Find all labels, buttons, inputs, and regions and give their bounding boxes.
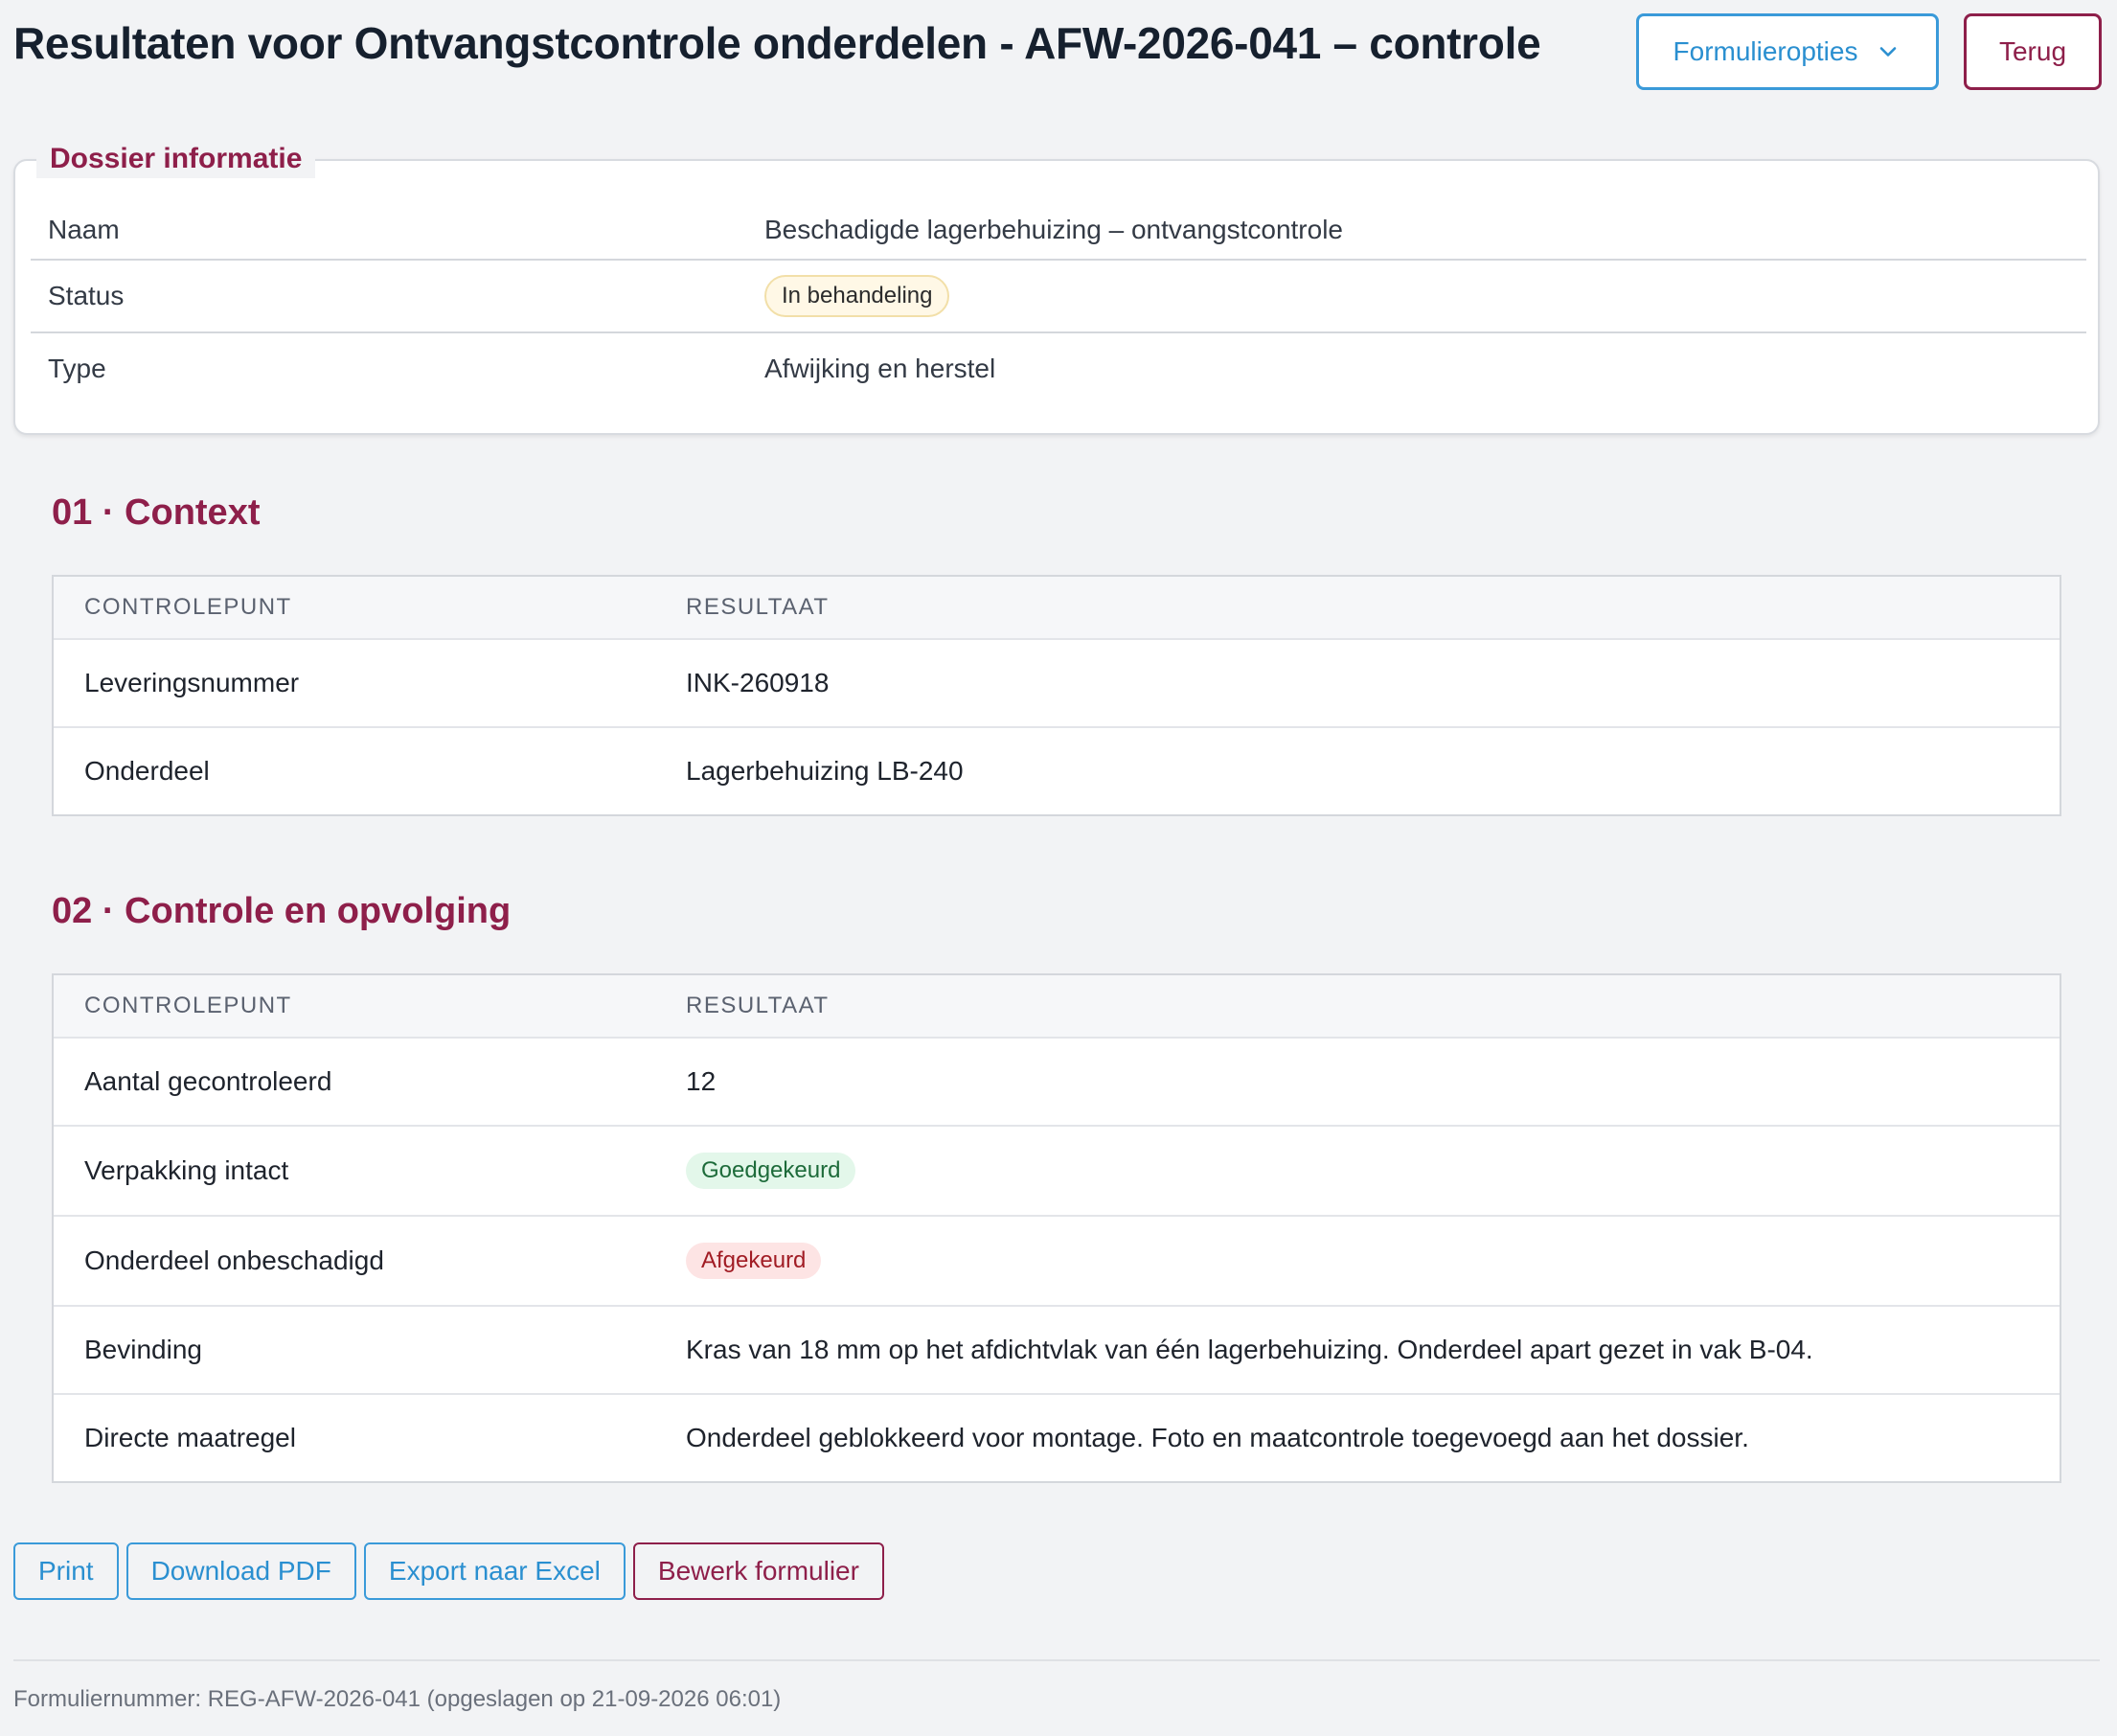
control-point: Directe maatregel [84,1423,296,1452]
dossier-key: Naam [48,215,120,244]
dossier-value: In behandeling [764,275,950,317]
page: Resultaten voor Ontvangstcontrole onderd… [13,0,2102,1712]
dossier-info-legend: Dossier informatie [36,140,316,180]
table-header-row: CONTROLEPUNT RESULTAAT [54,975,2060,1039]
dossier-value: Afwijking en herstel [764,354,996,383]
dossier-row-type: Type Afwijking en herstel [31,333,2086,404]
table-row: Bevinding Kras van 18 mm op het afdichtv… [54,1307,2060,1395]
table-row: Verpakking intact Goedgekeurd [54,1127,2060,1217]
page-header: Resultaten voor Ontvangstcontrole onderd… [13,0,2102,115]
action-bar: Print Download PDF Export naar Excel Bew… [13,1542,884,1600]
dossier-row-name: Naam Beschadigde lagerbehuizing – ontvan… [31,201,2086,261]
form-number-footer: Formuliernummer: REG-AFW-2026-041 (opges… [13,1686,782,1712]
control-point: Onderdeel onbeschadigd [84,1245,384,1275]
control-point: Onderdeel [84,756,210,786]
section-title-context: 01 · Context [52,492,261,533]
column-header: CONTROLEPUNT [84,594,292,620]
result-value: Lagerbehuizing LB-240 [686,756,964,786]
form-options-button[interactable]: Formulieropties [1636,13,1939,90]
result-value: INK-260918 [686,668,830,697]
table-row: Onderdeel onbeschadigd Afgekeurd [54,1217,2060,1307]
control-point: Verpakking intact [84,1155,289,1185]
dossier-row-status: Status In behandeling [31,261,2086,333]
controle-table: CONTROLEPUNT RESULTAAT Aantal gecontrole… [52,973,2061,1483]
status-badge: In behandeling [764,275,950,317]
form-options-label: Formulieropties [1673,36,1858,66]
rejected-badge: Afgekeurd [686,1243,822,1279]
dossier-key: Status [48,281,125,310]
edit-form-button[interactable]: Bewerk formulier [632,1542,884,1600]
export-excel-button[interactable]: Export naar Excel [363,1542,626,1600]
download-pdf-button[interactable]: Download PDF [125,1542,356,1600]
dossier-value: Beschadigde lagerbehuizing – ontvangstco… [764,215,1343,244]
control-point: Leveringsnummer [84,668,300,697]
back-button[interactable]: Terug [1964,13,2102,90]
control-point: Bevinding [84,1335,202,1364]
chevron-down-icon [1880,47,1897,57]
dossier-info-panel: Dossier informatie Naam Beschadigde lage… [13,140,2100,435]
page-title: Resultaten voor Ontvangstcontrole onderd… [13,18,1541,68]
column-header: CONTROLEPUNT [84,993,292,1018]
section-title-controle: 02 · Controle en opvolging [52,891,512,931]
column-header: RESULTAAT [686,993,830,1018]
table-header-row: CONTROLEPUNT RESULTAAT [54,577,2060,640]
table-row: Leveringsnummer INK-260918 [54,640,2060,728]
print-button[interactable]: Print [13,1542,119,1600]
table-row: Onderdeel Lagerbehuizing LB-240 [54,728,2060,814]
context-table: CONTROLEPUNT RESULTAAT Leveringsnummer I… [52,575,2061,816]
result-value: 12 [686,1066,717,1096]
control-point: Aantal gecontroleerd [84,1066,332,1096]
approved-badge: Goedgekeurd [686,1153,856,1189]
result-value: Kras van 18 mm op het afdichtvlak van éé… [686,1335,1813,1364]
result-value: Onderdeel geblokkeerd voor montage. Foto… [686,1423,1749,1452]
column-header: RESULTAAT [686,594,830,620]
dossier-key: Type [48,354,106,383]
table-row: Directe maatregel Onderdeel geblokkeerd … [54,1395,2060,1481]
result-value: Goedgekeurd [686,1153,856,1189]
footer-divider [13,1659,2100,1661]
table-row: Aantal gecontroleerd 12 [54,1039,2060,1127]
result-value: Afgekeurd [686,1243,822,1279]
